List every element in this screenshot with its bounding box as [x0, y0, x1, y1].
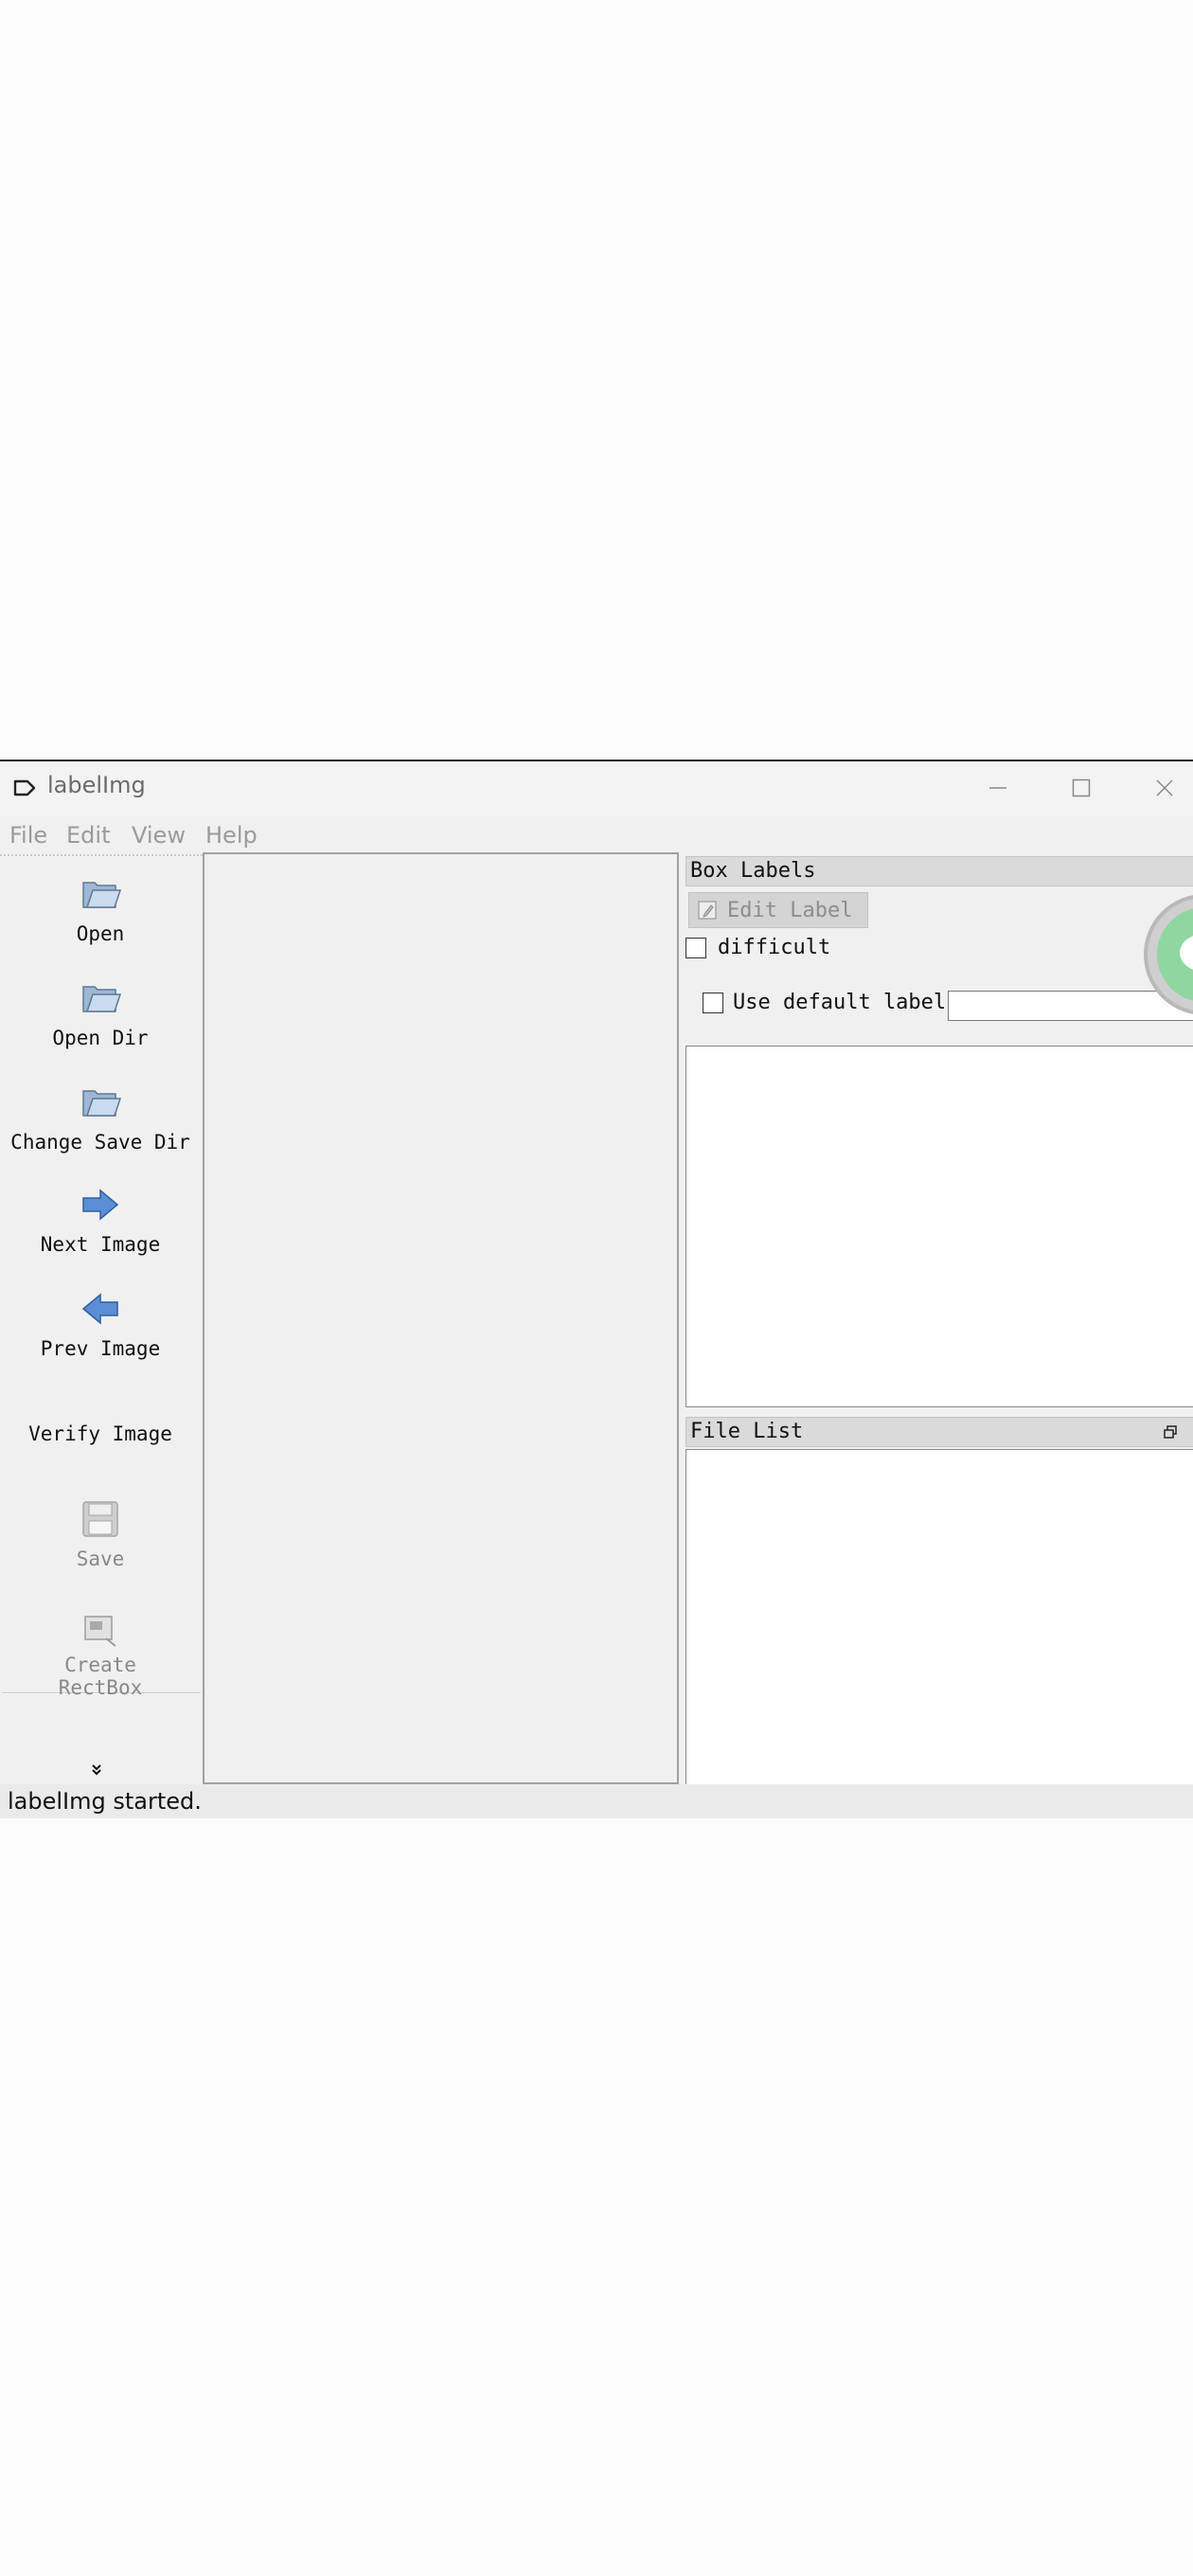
verify-image-label: Verify Image — [28, 1422, 172, 1445]
open-dir-button[interactable]: Open Dir — [0, 975, 201, 1049]
floppy-disk-icon — [82, 1501, 118, 1537]
file-list-header: File List — [686, 1417, 1193, 1447]
close-icon — [1156, 779, 1173, 796]
use-default-label-text: Use default label — [733, 991, 947, 1014]
save-button[interactable]: Save — [0, 1496, 201, 1570]
create-rectbox-button[interactable]: Create RectBox — [0, 1612, 201, 1699]
maximize-icon — [1072, 778, 1091, 797]
open-dir-label: Open Dir — [52, 1027, 149, 1049]
menu-help[interactable]: Help — [205, 822, 258, 849]
app-tag-icon — [13, 779, 36, 796]
prev-image-button[interactable]: Prev Image — [0, 1286, 201, 1360]
title-bar: labelImg — [0, 761, 1193, 816]
next-image-button[interactable]: Next Image — [0, 1182, 201, 1256]
open-label: Open — [76, 922, 125, 945]
create-rectbox-label-line1: Create — [64, 1654, 136, 1676]
menu-edit[interactable]: Edit — [66, 822, 110, 849]
change-save-dir-button[interactable]: Change Save Dir — [0, 1080, 201, 1154]
prev-image-label: Prev Image — [40, 1337, 161, 1360]
menu-view[interactable]: View — [132, 822, 186, 849]
difficult-label: difficult — [718, 936, 831, 959]
difficult-checkbox[interactable] — [686, 938, 706, 958]
folder-open-icon — [82, 1090, 122, 1117]
close-button[interactable] — [1136, 767, 1193, 809]
open-button[interactable]: Open — [0, 871, 201, 945]
window-title: labelImg — [47, 772, 146, 798]
arrow-right-icon — [82, 1189, 119, 1221]
file-list-title: File List — [690, 1420, 804, 1443]
create-rectbox-label-line2: RectBox — [58, 1676, 143, 1699]
file-list[interactable] — [686, 1449, 1193, 1786]
chat-bubble-icon — [1157, 907, 1193, 1002]
box-labels-list[interactable] — [686, 1046, 1193, 1407]
minimize-button[interactable] — [970, 767, 1026, 809]
folder-open-icon — [82, 986, 122, 1012]
next-image-label: Next Image — [40, 1233, 161, 1256]
save-label: Save — [76, 1547, 125, 1570]
box-labels-title: Box Labels — [690, 859, 816, 883]
minimize-icon — [989, 787, 1006, 789]
labelimg-window: labelImg File Edit View Help Open Open D… — [0, 760, 1193, 1818]
status-text: labelImg started. — [8, 1788, 202, 1815]
toolbar-overflow-chevron-icon[interactable] — [91, 1762, 102, 1781]
create-rectbox-icon — [84, 1616, 116, 1647]
toolbar: Open Open Dir Change Save Dir Next Image — [0, 854, 203, 1788]
edit-label-button[interactable]: Edit Label — [688, 892, 868, 928]
arrow-left-icon — [81, 1293, 118, 1325]
double-chevron-down-icon — [92, 1764, 101, 1776]
maximize-button[interactable] — [1053, 767, 1110, 809]
menu-file[interactable]: File — [9, 822, 47, 849]
dock-float-icon[interactable] — [1164, 1425, 1177, 1439]
change-save-dir-label: Change Save Dir — [10, 1131, 190, 1154]
use-default-label-checkbox[interactable] — [703, 993, 723, 1013]
default-label-input[interactable] — [948, 991, 1193, 1021]
image-canvas[interactable] — [203, 852, 679, 1784]
box-labels-header: Box Labels — [686, 856, 1193, 886]
menu-bar: File Edit View Help — [0, 816, 1193, 854]
verify-image-button[interactable]: Verify Image — [0, 1422, 201, 1445]
status-bar: labelImg started. — [0, 1784, 1193, 1818]
edit-pencil-icon — [698, 901, 717, 920]
folder-open-icon — [82, 882, 122, 908]
edit-label-text: Edit Label — [727, 898, 853, 922]
